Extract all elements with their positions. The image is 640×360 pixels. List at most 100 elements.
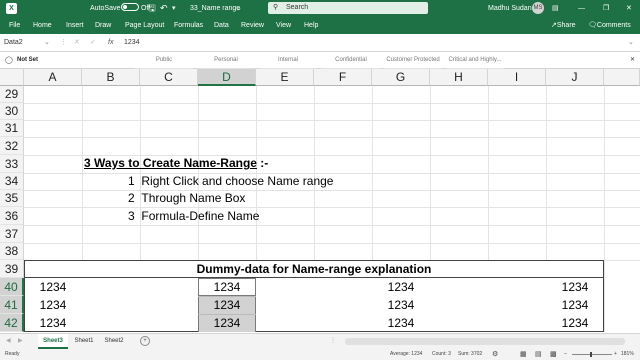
zoom-slider-thumb[interactable] [590,352,592,357]
tab-review[interactable]: Review [241,17,264,34]
table-cell[interactable]: 1234 [372,279,430,296]
tab-file[interactable]: File [9,17,20,34]
normal-view-icon[interactable]: ▦ [520,349,527,360]
page-break-view-icon[interactable]: ▩ [550,349,557,360]
row-header-38[interactable]: 38 [0,243,24,260]
sensitivity-current[interactable]: Not Set [17,52,38,69]
column-header-k[interactable] [604,69,640,86]
enter-icon[interactable]: ✓ [90,34,96,52]
page-layout-view-icon[interactable]: ▤ [535,349,542,360]
customize-qat-icon[interactable]: ▾ [172,0,176,17]
insert-function-button[interactable]: fx [108,34,113,52]
tab-page-layout[interactable]: Page Layout [125,17,164,34]
scroll-right-icon[interactable]: ▶ [18,334,23,349]
column-header-f[interactable]: F [314,69,372,86]
gridline [546,86,547,260]
share-button[interactable]: ↗ Share [551,17,576,34]
table-cell[interactable]: 1234 [24,315,82,332]
table-cell[interactable]: 1234 [546,297,604,314]
add-sheet-button[interactable]: + [140,336,150,346]
expand-formula-bar-icon[interactable]: ⌄ [628,34,634,52]
row-header-41[interactable]: 41 [0,296,24,314]
tab-insert[interactable]: Insert [66,17,84,34]
sheet-tab-sheet2[interactable]: Sheet2 [100,334,128,349]
column-header-h[interactable]: H [430,69,488,86]
column-header-g[interactable]: G [372,69,430,86]
cancel-icon[interactable]: ✕ [74,34,80,52]
tab-split-handle-icon[interactable]: ⋮ [330,334,336,349]
sensitivity-critical[interactable]: Critical and Highly... [446,52,504,69]
column-header-e[interactable]: E [256,69,314,86]
sensitivity-public[interactable]: Public [135,52,193,69]
column-header-c[interactable]: C [140,69,198,86]
search-box[interactable]: ⚲ Search [268,2,428,14]
zoom-level[interactable]: 181% [621,349,634,360]
column-header-b[interactable]: B [82,69,140,86]
formula-input[interactable]: 1234 [124,34,624,52]
close-icon[interactable]: ✕ [626,0,632,17]
row-header-29[interactable]: 29 [0,86,24,103]
select-all-corner[interactable] [0,69,24,86]
table-cell[interactable]: 1234 [372,315,430,332]
row-header-35[interactable]: 35 [0,190,24,207]
worksheet-grid[interactable]: A B C D E F G H I J 29 30 31 32 33 34 35… [0,69,640,333]
gridline [256,86,257,260]
sensitivity-bar: ◯ Not Set Public Personal Internal Confi… [0,52,640,69]
table-cell[interactable]: 1234 [546,279,604,296]
save-icon[interactable]: 🖫 [148,0,156,17]
gridline [314,86,315,260]
undo-icon[interactable]: ↶ [160,0,168,17]
row-header-30[interactable]: 30 [0,103,24,120]
row-header-37[interactable]: 37 [0,225,24,243]
sensitivity-internal[interactable]: Internal [259,52,317,69]
table-cell[interactable]: 1234 [24,297,82,314]
tab-home[interactable]: Home [33,17,52,34]
gridline [24,225,640,226]
sheet-tab-sheet3[interactable]: Sheet3 [38,334,68,349]
avatar[interactable]: MS [532,2,544,14]
row-header-33[interactable]: 33 [0,155,24,173]
zoom-slider[interactable] [572,354,612,355]
column-header-i[interactable]: I [488,69,546,86]
horizontal-scrollbar[interactable] [345,338,625,345]
row-header-32[interactable]: 32 [0,137,24,155]
tab-view[interactable]: View [276,17,291,34]
status-bar: Ready Average: 1234 Count: 3 Sum: 3702 ⚙… [0,349,640,360]
sensitivity-personal[interactable]: Personal [197,52,255,69]
sheet-tab-sheet1[interactable]: Sheet1 [70,334,98,349]
ribbon-display-icon[interactable]: ▤ [552,0,559,17]
sensitivity-confidential[interactable]: Confidential [321,52,381,69]
display-settings-icon[interactable]: ⚙ [492,349,498,360]
table-cell[interactable]: 1234 [546,315,604,332]
row-header-34[interactable]: 34 [0,173,24,190]
tab-draw[interactable]: Draw [95,17,111,34]
column-header-a[interactable]: A [24,69,82,86]
close-sensitivity-icon[interactable]: ✕ [630,52,635,69]
scroll-left-icon[interactable]: ◀ [6,334,11,349]
tab-data[interactable]: Data [214,17,229,34]
tab-formulas[interactable]: Formulas [174,17,203,34]
filename-dropdown-icon[interactable]: ⌄ [236,0,242,17]
column-header-d[interactable]: D [198,69,256,86]
comments-button[interactable]: 🗨 Comments [588,17,631,34]
row-header-39[interactable]: 39 [0,260,24,278]
row-header-40[interactable]: 40 [0,278,24,296]
table-cell[interactable]: 1234 [198,297,256,314]
zoom-in-icon[interactable]: + [614,349,617,360]
minimize-icon[interactable]: — [578,0,585,17]
table-cell[interactable]: 1234 [24,279,82,296]
zoom-out-icon[interactable]: – [564,349,567,360]
sensitivity-customer-protected[interactable]: Customer Protected [384,52,442,69]
name-box[interactable]: Data2 [4,34,23,52]
name-box-dropdown-icon[interactable]: ⌄ [44,34,50,52]
restore-icon[interactable]: ❐ [603,0,609,17]
autosave-toggle[interactable]: Off [118,0,150,17]
row-header-31[interactable]: 31 [0,120,24,137]
table-cell[interactable]: 1234 [372,297,430,314]
tab-help[interactable]: Help [304,17,318,34]
table-cell[interactable]: 1234 [198,279,256,296]
row-header-42[interactable]: 42 [0,314,24,332]
table-cell[interactable]: 1234 [198,315,256,332]
column-header-j[interactable]: J [546,69,604,86]
row-header-36[interactable]: 36 [0,207,24,225]
